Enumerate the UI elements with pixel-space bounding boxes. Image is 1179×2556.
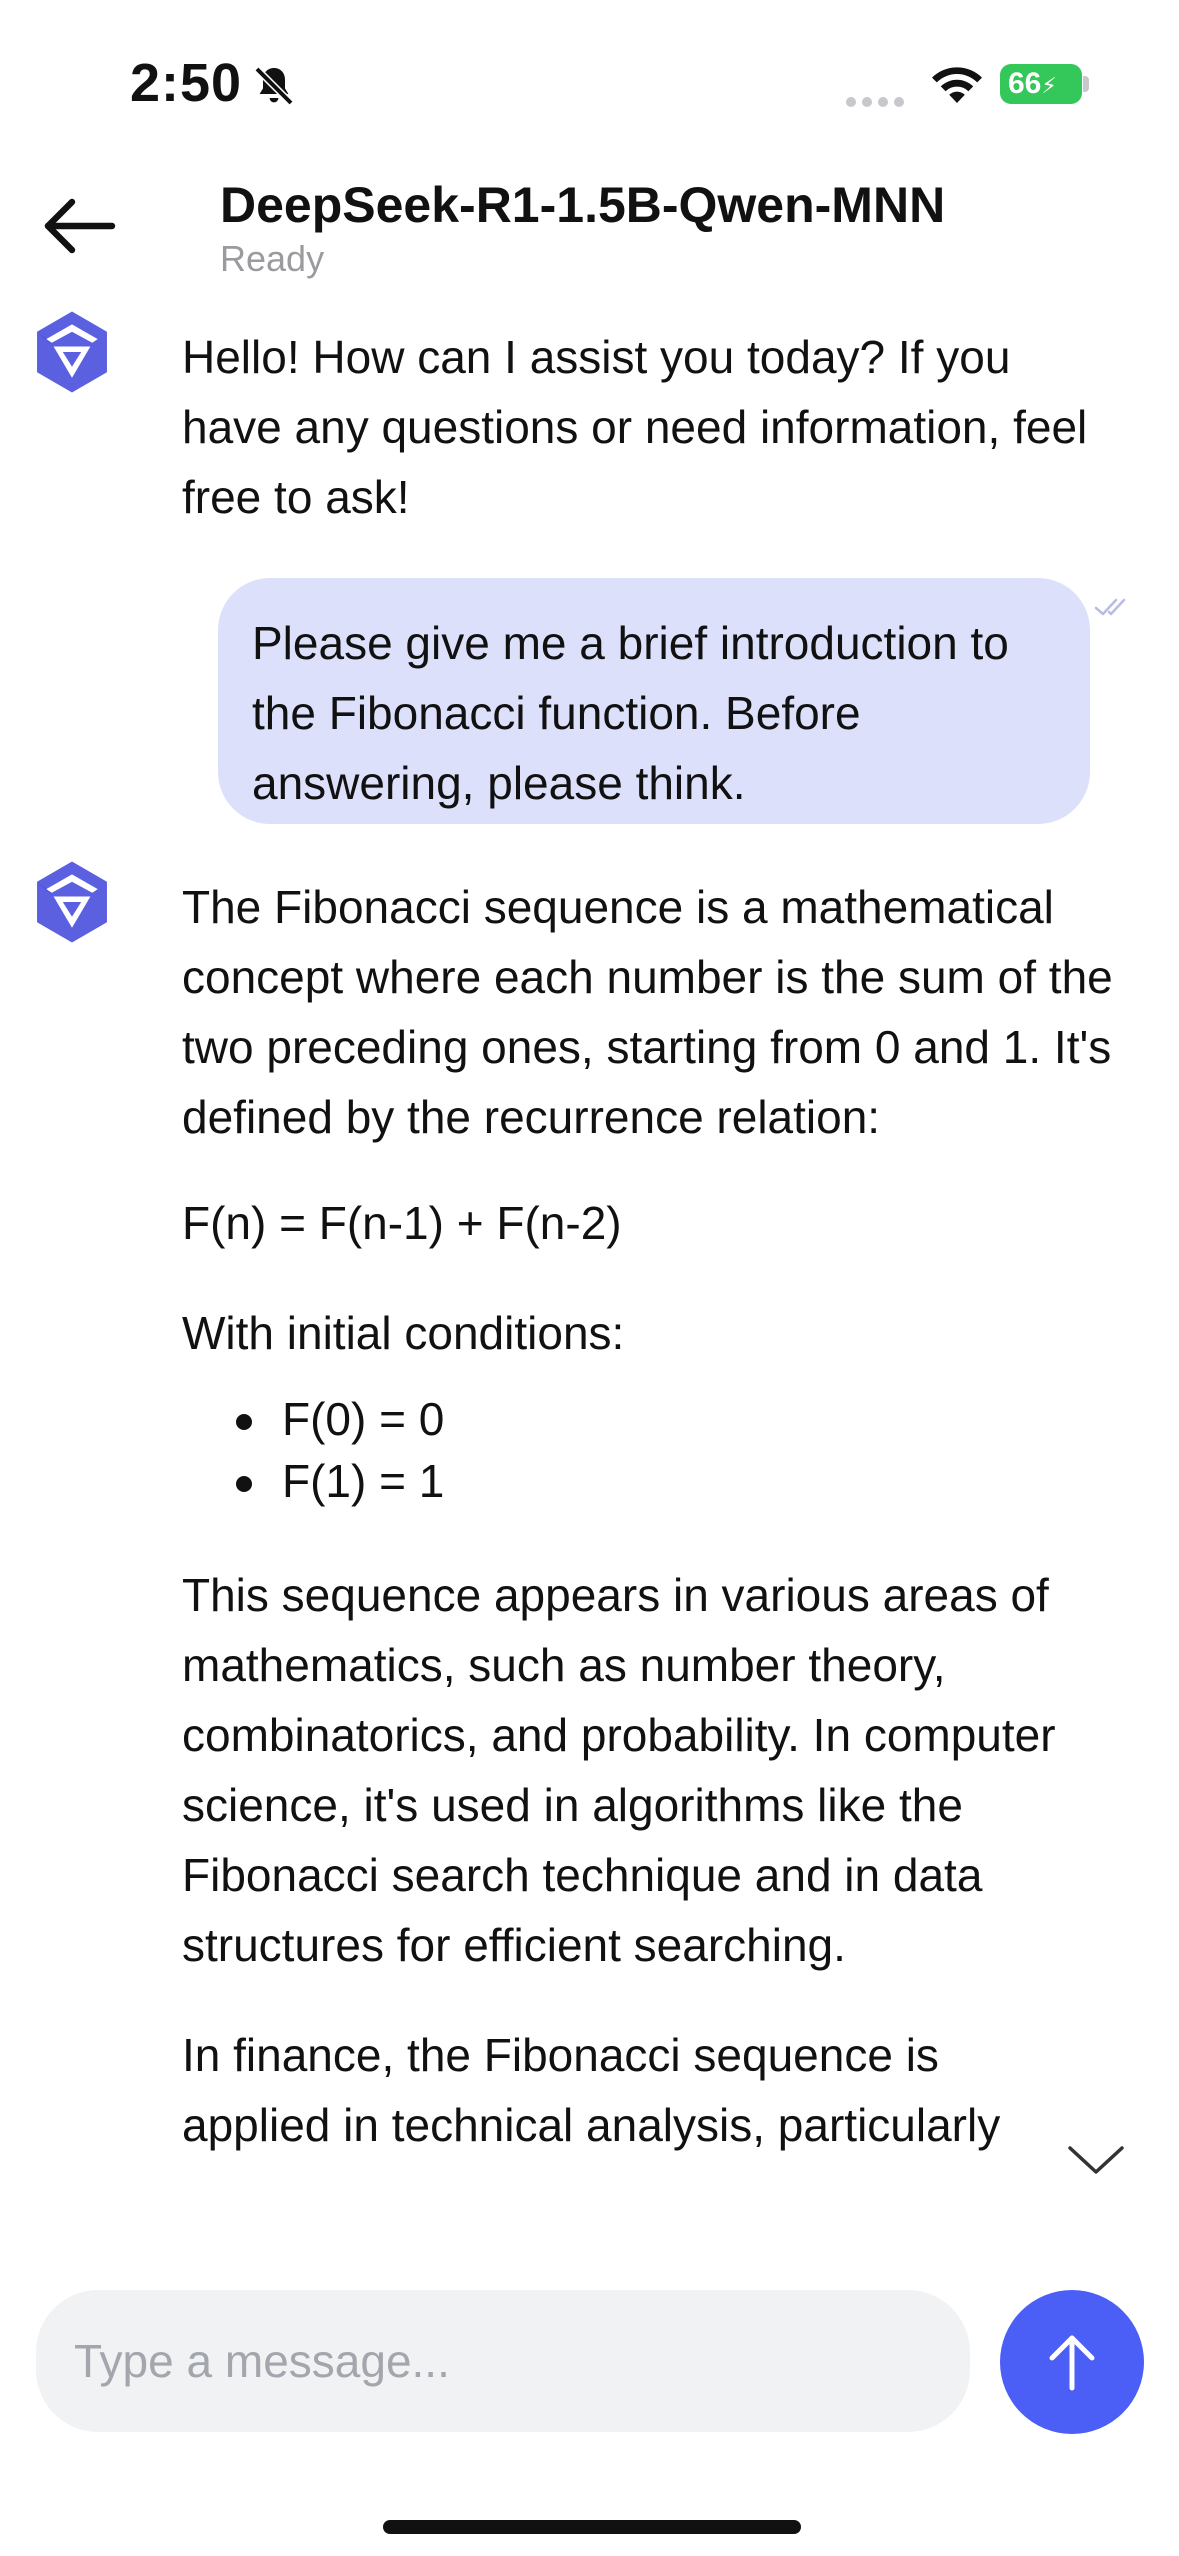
qwen-logo-icon: [37, 311, 107, 393]
user-message-bubble: Please give me a brief introduction to t…: [218, 578, 1090, 824]
home-indicator: [383, 2520, 801, 2534]
answer-conditions-intro: With initial conditions:: [182, 1307, 625, 1359]
answer-paragraph-3: In finance, the Fibonacci sequence is ap…: [182, 2029, 1001, 2151]
conditions-list: F(0) = 0 F(1) = 1: [182, 1388, 1157, 1512]
list-item: F(0) = 0: [236, 1388, 1157, 1450]
send-button[interactable]: [1000, 2290, 1144, 2434]
chat-scroll-area[interactable]: Hello! How can I assist you today? If yo…: [0, 0, 1179, 2240]
answer-paragraph-1: The Fibonacci sequence is a mathematical…: [182, 881, 1113, 1143]
answer-paragraph-2: This sequence appears in various areas o…: [182, 1569, 1056, 1971]
user-message-text: Please give me a brief introduction to t…: [252, 617, 1009, 809]
chevron-down-icon[interactable]: [1064, 2140, 1128, 2180]
double-check-icon: [1094, 598, 1126, 616]
message-input[interactable]: [72, 2333, 970, 2389]
arrow-up-icon: [1049, 2335, 1095, 2391]
answer-formula: F(n) = F(n-1) + F(n-2): [182, 1197, 622, 1249]
qwen-logo-icon: [37, 861, 107, 943]
list-item: F(1) = 1: [236, 1450, 1157, 1512]
assistant-message: Hello! How can I assist you today? If yo…: [182, 322, 1122, 532]
greeting-text: Hello! How can I assist you today? If yo…: [182, 331, 1088, 523]
message-input-container[interactable]: [36, 2290, 970, 2432]
assistant-answer: The Fibonacci sequence is a mathematical…: [182, 872, 1157, 2160]
